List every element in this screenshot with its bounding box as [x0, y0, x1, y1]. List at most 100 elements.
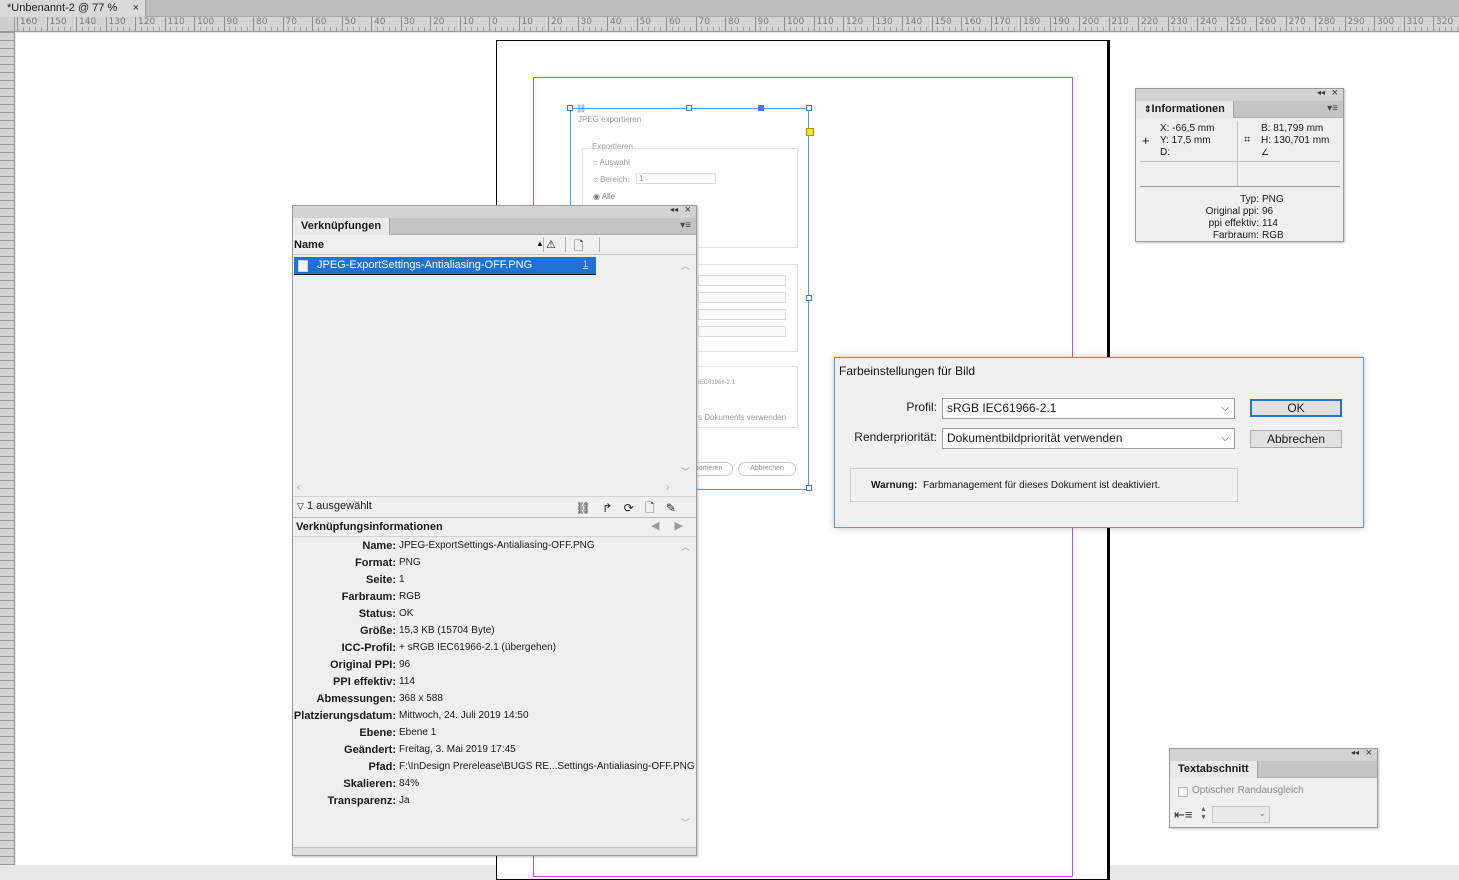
- close-icon[interactable]: ×: [1332, 87, 1338, 99]
- prev-next-icons[interactable]: ◀ ▶: [651, 519, 689, 532]
- ruler-minor-tick: [1409, 27, 1411, 31]
- ruler-minor-tick: [966, 27, 968, 31]
- ruler-minor-tick: [565, 27, 567, 31]
- ruler-minor-tick: [1362, 27, 1364, 31]
- close-icon[interactable]: ×: [685, 204, 691, 216]
- disclosure-triangle-icon[interactable]: ▽: [297, 501, 304, 511]
- ruler-minor-tick: [766, 27, 768, 31]
- scroll-up-icon[interactable]: ︿: [681, 259, 690, 272]
- link-row-selected[interactable]: JPEG-ExportSettings-Antialiasing-OFF.PNG…: [294, 257, 596, 275]
- ruler-minor-tick: [288, 27, 290, 31]
- links-list[interactable]: JPEG-ExportSettings-Antialiasing-OFF.PNG…: [293, 255, 676, 480]
- ruler-minor-tick: [984, 27, 986, 31]
- profile-select[interactable]: sRGB IEC61966-2.1 ⌵: [942, 398, 1235, 419]
- ruler-minor-tick: [807, 27, 809, 31]
- ruler-minor-tick: [418, 27, 420, 31]
- scroll-right-icon[interactable]: ›: [666, 482, 669, 493]
- resize-handle[interactable]: [686, 105, 692, 111]
- panel-title-bar[interactable]: ◂◂ ×: [1170, 747, 1377, 761]
- ruler-minor-tick: [1326, 27, 1328, 31]
- link-info-key: Format:: [355, 557, 396, 569]
- ruler-minor-tick: [247, 27, 249, 31]
- ruler-minor-tick: [359, 27, 361, 31]
- collapse-icon[interactable]: ◂◂: [1317, 88, 1325, 97]
- link-info-row: Skalieren: 84%: [293, 776, 676, 793]
- size-stepper[interactable]: ▲ ▼: [1200, 806, 1207, 822]
- cancel-button[interactable]: Abbrechen: [1250, 430, 1342, 448]
- warning-column-icon[interactable]: ⚠: [546, 238, 556, 251]
- link-info-row: PPI effektiv: 114: [293, 674, 676, 691]
- size-select[interactable]: ⌄: [1212, 806, 1270, 823]
- horizontal-ruler[interactable]: 160 150 140 130 120 110 100 90 80 70 60 50 40 30 20 10 0…: [15, 17, 1459, 32]
- divider: [1140, 186, 1340, 187]
- ruler-minor-tick: [1002, 27, 1004, 31]
- ruler-minor-tick: [500, 27, 502, 31]
- tab-links[interactable]: Verknüpfungen: [293, 218, 391, 235]
- ruler-minor-tick: [760, 27, 762, 31]
- ruler-minor-tick: [1291, 27, 1293, 31]
- link-info-row: Ebene: Ebene 1: [293, 725, 676, 742]
- ruler-minor-tick: [188, 27, 190, 31]
- placed-select: [698, 292, 786, 303]
- column-separator[interactable]: [565, 237, 566, 252]
- ruler-minor-tick: [642, 27, 644, 31]
- resize-handle[interactable]: [806, 295, 812, 301]
- scroll-down-icon[interactable]: ﹀: [681, 816, 690, 829]
- link-info-row: Geändert: Freitag, 3. Mai 2019 17:45: [293, 742, 676, 759]
- collapse-icon[interactable]: ◂◂: [670, 205, 678, 214]
- link-info-value: Ebene 1: [399, 727, 437, 738]
- column-separator[interactable]: [543, 237, 544, 252]
- resize-handle[interactable]: [567, 105, 573, 111]
- ruler-minor-tick: [477, 27, 479, 31]
- link-page-number[interactable]: 1: [583, 259, 588, 269]
- resize-handle[interactable]: [806, 105, 812, 111]
- profile-label: Profil:: [906, 400, 937, 414]
- document-tab[interactable]: *Unbenannt-2 @ 77 % ×: [0, 0, 146, 17]
- ruler-minor-tick: [424, 27, 426, 31]
- optical-margin-checkbox[interactable]: [1178, 787, 1188, 797]
- ruler-minor-tick: [494, 27, 496, 31]
- resize-handle[interactable]: [758, 105, 764, 111]
- panel-menu-icon[interactable]: ▾≡: [680, 220, 691, 231]
- panel-title-bar[interactable]: ◂◂ ×: [1136, 87, 1343, 101]
- close-tab-icon[interactable]: ×: [133, 0, 139, 16]
- ruler-minor-tick: [612, 27, 614, 31]
- panel-resize-grip[interactable]: [293, 847, 696, 855]
- ruler-minor-tick: [270, 27, 272, 31]
- column-separator[interactable]: [599, 237, 600, 252]
- ruler-minor-tick: [1332, 27, 1334, 31]
- close-icon[interactable]: ×: [1366, 747, 1372, 759]
- ruler-minor-tick: [1368, 27, 1370, 31]
- ruler-minor-tick: [860, 27, 862, 31]
- selection-count[interactable]: ▽ 1 ausgewählt: [297, 500, 372, 512]
- column-name[interactable]: Name: [294, 239, 324, 251]
- vertical-ruler[interactable]: [0, 32, 15, 865]
- document-tab-title: *Unbenannt-2 @ 77 %: [7, 2, 118, 14]
- scroll-up-icon[interactable]: ︿: [681, 540, 690, 553]
- ruler-minor-tick: [919, 27, 921, 31]
- panel-title-bar[interactable]: ◂◂ ×: [293, 204, 696, 218]
- scroll-down-icon[interactable]: ﹀: [681, 465, 690, 478]
- render-intent-select[interactable]: Dokumentbildpriorität verwenden ⌵: [942, 428, 1235, 449]
- ruler-minor-tick: [1303, 27, 1305, 31]
- tab-textabschnitt[interactable]: Textabschnitt: [1170, 761, 1258, 778]
- content-grabber-handle[interactable]: [806, 128, 814, 136]
- ruler-minor-tick: [471, 27, 473, 31]
- link-info-scrollbar[interactable]: ︿ ﹀: [676, 538, 696, 830]
- ruler-minor-tick: [837, 27, 839, 31]
- resize-handle[interactable]: [806, 485, 812, 491]
- collapse-icon[interactable]: ◂◂: [1351, 748, 1359, 757]
- scroll-left-icon[interactable]: ‹: [297, 482, 300, 493]
- links-list-scrollbar[interactable]: ︿ ﹀: [676, 255, 696, 480]
- panel-tab-row: Textabschnitt: [1170, 761, 1377, 778]
- ruler-origin[interactable]: [0, 17, 15, 32]
- ok-button[interactable]: OK: [1250, 399, 1342, 417]
- meta-value: 96: [1262, 206, 1274, 217]
- tab-information[interactable]: ⇕Informationen: [1136, 101, 1234, 118]
- panel-menu-icon[interactable]: ▾≡: [1327, 103, 1338, 114]
- ruler-minor-tick: [129, 27, 131, 31]
- chevron-down-icon: ⌄: [1258, 808, 1266, 818]
- ruler-minor-tick: [1232, 27, 1234, 31]
- ruler-minor-tick: [158, 27, 160, 31]
- meta-key: Farbraum:: [1212, 230, 1259, 241]
